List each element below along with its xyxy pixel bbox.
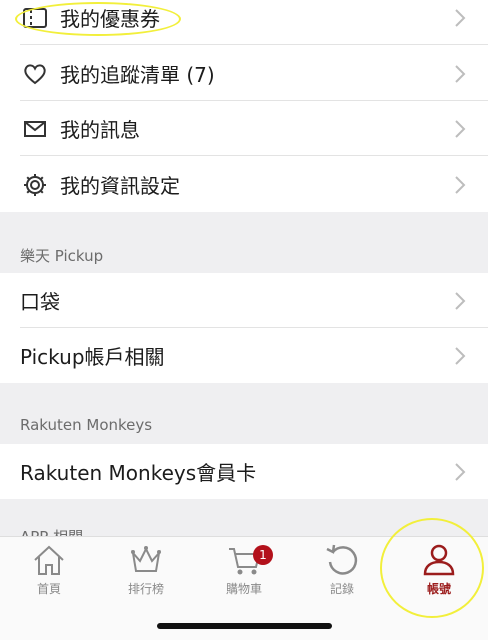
tab-history[interactable]: 記錄	[293, 543, 391, 603]
home-indicator	[157, 623, 332, 629]
menu-item-label: 我的訊息	[60, 118, 140, 142]
section-pickup-header-bar: 樂天 Pickup	[0, 212, 488, 273]
tab-label: 記錄	[329, 582, 354, 596]
tab-account[interactable]: 帳號	[390, 543, 488, 603]
menu-item-label: 我的追蹤清單 (7)	[60, 63, 215, 87]
tab-home[interactable]: 首頁	[0, 543, 98, 603]
row-divider	[20, 155, 488, 156]
menu-item-messages[interactable]: 我的訊息	[0, 101, 488, 156]
menu-item-pickup-account[interactable]: Pickup帳戶相關	[0, 328, 488, 383]
chevron-right-icon	[455, 175, 466, 194]
menu-item-monkeys-card[interactable]: Rakuten Monkeys會員卡	[0, 444, 488, 499]
menu-item-settings[interactable]: 我的資訊設定	[0, 157, 488, 212]
menu-item-coupons[interactable]: 我的優惠券	[0, 0, 488, 45]
menu-item-label: Pickup帳戶相關	[20, 345, 165, 369]
tab-cart[interactable]: 1 購物車	[195, 543, 293, 603]
tab-label: 首頁	[36, 582, 61, 596]
tab-label: 帳號	[426, 582, 451, 596]
section-header: Rakuten Monkeys	[20, 416, 153, 434]
chevron-right-icon	[455, 291, 466, 310]
gear-icon	[20, 172, 50, 198]
menu-item-pocket[interactable]: 口袋	[0, 273, 488, 328]
tab-ranking[interactable]: 排行榜	[97, 543, 195, 603]
menu-item-label: Rakuten Monkeys會員卡	[20, 461, 257, 485]
chevron-right-icon	[455, 119, 466, 138]
history-icon	[326, 544, 358, 575]
chevron-right-icon	[455, 462, 466, 481]
tab-label: 排行榜	[127, 582, 164, 596]
heart-icon	[20, 61, 50, 87]
menu-item-label: 口袋	[20, 290, 60, 314]
menu-item-label: 我的資訊設定	[60, 174, 180, 198]
menu-item-watchlist[interactable]: 我的追蹤清單 (7)	[0, 46, 488, 101]
tab-label: 購物車	[225, 582, 262, 596]
menu-item-label: 我的優惠券	[60, 7, 160, 31]
coupon-icon	[20, 5, 50, 31]
chevron-right-icon	[455, 64, 466, 83]
mail-icon	[20, 116, 50, 142]
user-icon	[423, 544, 455, 576]
row-divider	[20, 44, 488, 45]
chevron-right-icon	[455, 8, 466, 27]
home-icon	[34, 545, 64, 575]
chevron-right-icon	[455, 346, 466, 365]
cart-count-badge: 1	[253, 545, 273, 565]
section-header: 樂天 Pickup	[20, 247, 104, 265]
section-monkeys-header-bar: Rakuten Monkeys	[0, 383, 488, 444]
crown-icon	[131, 546, 161, 572]
